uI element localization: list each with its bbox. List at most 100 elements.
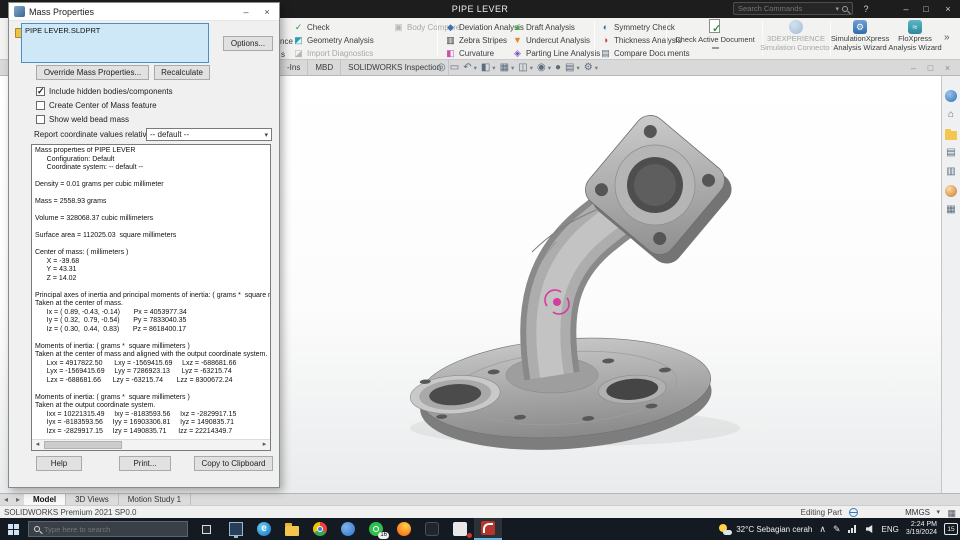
model-3d-view[interactable] [280, 76, 940, 493]
edit-appearance-icon[interactable]: ● [555, 61, 561, 75]
show-hidden-icons-chevron[interactable]: ∧ [819, 523, 826, 535]
show-weld-bead-mass-checkbox[interactable]: ✓ [36, 115, 45, 124]
ribbon-item-symmetry-check[interactable]: ◐ Symmetry Check [600, 22, 675, 33]
help-icon[interactable]: ? [860, 4, 872, 14]
taskbar-app-file-explorer[interactable] [278, 518, 306, 540]
help-button[interactable]: Help [36, 456, 82, 471]
ribbon-item-floxpress-wizard[interactable]: ≈ FloXpress Analysis Wizard [888, 19, 942, 59]
clock[interactable]: 2:24 PM 3/19/2024 [906, 521, 937, 537]
ribbon-item-check-active-document[interactable]: ✓ Check Active Document [670, 19, 760, 59]
weather-widget[interactable]: 32°C Sebagian cerah [719, 523, 812, 535]
custom-properties-icon[interactable]: ▦ [945, 204, 957, 216]
scroll-right-icon[interactable]: ▸ [259, 440, 270, 450]
doc-close-icon[interactable]: × [941, 61, 954, 75]
zoom-to-fit-icon[interactable]: ◎ [437, 61, 446, 75]
chevron-down-icon[interactable]: ▾ [492, 64, 495, 72]
ribbon-item-zebra-stripes[interactable]: ▥ Zebra Stripes [445, 35, 507, 46]
coordinate-system-select[interactable]: -- default -- ▾ [146, 128, 272, 141]
chevron-down-icon[interactable]: ▾ [835, 5, 839, 13]
apply-scene-icon[interactable]: ▤ [565, 61, 574, 75]
view-orientation-icon[interactable]: ▦ [500, 61, 509, 75]
language-indicator[interactable]: ENG [882, 525, 899, 534]
zoom-area-icon[interactable]: ▭ [450, 61, 459, 75]
ribbon-item-curvature[interactable]: ◧ Curvature [445, 48, 494, 59]
taskbar-app-edge[interactable]: e [250, 518, 278, 540]
volume-icon[interactable] [865, 524, 873, 534]
selected-document-box[interactable]: PIPE LEVER.SLDPRT [21, 23, 209, 63]
design-library-icon[interactable] [945, 129, 957, 140]
taskbar-app-light[interactable] [446, 518, 474, 540]
taskbar-app-solidworks[interactable] [474, 518, 502, 540]
ribbon-item-parting-line-analysis[interactable]: ◈ Parting Line Analysis [512, 48, 600, 59]
taskbar-app-chrome[interactable] [306, 518, 334, 540]
chevron-down-icon[interactable]: ▾ [936, 508, 940, 516]
unit-system-selector[interactable]: MMGS [905, 508, 930, 517]
print-button[interactable]: Print... [119, 456, 171, 471]
ribbon-item-geometry-analysis[interactable]: ◩ Geometry Analysis [293, 35, 373, 46]
chevron-down-icon[interactable]: ▾ [548, 64, 551, 72]
horizontal-scrollbar[interactable]: ◂ ▸ [32, 439, 270, 450]
override-mass-properties-button[interactable]: Override Mass Properties... [36, 65, 149, 80]
doc-minimize-icon[interactable]: – [907, 61, 920, 75]
taskbar-search-input[interactable] [44, 524, 182, 534]
search-icon[interactable] [842, 5, 848, 12]
tab-3d-views[interactable]: 3D Views [66, 494, 119, 505]
3dexperience-marketplace-icon[interactable] [945, 90, 957, 102]
tab-solidworks-inspection[interactable]: SOLIDWORKS Inspection [341, 60, 450, 75]
taskbar-app-display[interactable] [222, 518, 250, 540]
ribbon-item-simulationxpress-wizard[interactable]: ⚙ SimulationXpress Analysis Wizard [831, 19, 889, 59]
restore-button[interactable]: □ [916, 0, 936, 18]
tab-mbd[interactable]: MBD [308, 60, 342, 75]
chevron-down-icon[interactable]: ▾ [577, 64, 580, 72]
mass-properties-report[interactable]: Mass properties of PIPE LEVER Configurat… [35, 147, 270, 438]
action-center-icon[interactable]: 15 [944, 523, 958, 535]
include-hidden-bodies-checkbox[interactable]: ✓ [36, 86, 45, 96]
home-icon[interactable]: ⌂ [945, 109, 957, 121]
tab-model[interactable]: Model [24, 494, 67, 505]
ribbon-overflow-chevron[interactable]: » [944, 32, 950, 43]
options-button[interactable]: Options... [223, 36, 273, 51]
view-palette-icon[interactable]: ▥ [945, 166, 957, 178]
mass-properties-report-box[interactable]: Mass properties of PIPE LEVER Configurat… [31, 144, 271, 451]
chevron-down-icon[interactable]: ▾ [530, 64, 533, 72]
ribbon-item-undercut-analysis[interactable]: ▼ Undercut Analysis [512, 35, 590, 46]
taskbar-app-firefox[interactable] [390, 518, 418, 540]
copy-to-clipboard-button[interactable]: Copy to Clipboard [194, 456, 273, 471]
command-search-box[interactable]: ▾ [733, 2, 853, 15]
chevron-down-icon[interactable]: ▾ [474, 64, 477, 72]
taskbar-app-blue[interactable] [334, 518, 362, 540]
file-explorer-icon[interactable]: ▤ [945, 147, 957, 159]
task-view-button[interactable] [196, 522, 216, 536]
scrollbar-thumb[interactable] [44, 441, 122, 449]
section-view-icon[interactable]: ◧ [481, 61, 490, 75]
dialog-close-icon[interactable]: × [260, 6, 274, 18]
ribbon-item-draft-analysis[interactable]: ▲ Draft Analysis [512, 22, 575, 33]
network-icon[interactable] [847, 525, 859, 533]
hide-show-items-icon[interactable]: ◉ [537, 61, 546, 75]
view-settings-icon[interactable]: ⚙ [584, 61, 593, 75]
start-button[interactable] [0, 518, 26, 540]
chevron-down-icon[interactable]: ▾ [511, 64, 514, 72]
recalculate-button[interactable]: Recalculate [154, 65, 210, 80]
search-input[interactable] [738, 4, 833, 13]
close-button[interactable]: × [938, 0, 958, 18]
ribbon-item-check[interactable]: ✓ Check [293, 22, 330, 33]
doc-restore-icon[interactable]: □ [924, 61, 937, 75]
tab-scroll-left-icon[interactable]: ◂ [0, 494, 12, 505]
taskbar-app-whatsapp[interactable]: 16 [362, 518, 390, 540]
create-center-of-mass-checkbox[interactable]: ✓ [36, 101, 45, 110]
minimize-button[interactable]: – [896, 0, 916, 18]
scroll-left-icon[interactable]: ◂ [32, 440, 43, 450]
dialog-minimize-icon[interactable]: – [239, 6, 253, 18]
appearances-icon[interactable] [945, 185, 957, 197]
dialog-titlebar[interactable]: Mass Properties – × [9, 3, 279, 21]
display-style-icon[interactable]: ◫ [518, 61, 527, 75]
tab-add-ins[interactable]: -Ins [280, 60, 309, 75]
taskbar-search-box[interactable] [28, 521, 188, 537]
tab-scroll-right-icon[interactable]: ▸ [12, 494, 24, 505]
tab-motion-study-1[interactable]: Motion Study 1 [119, 494, 192, 505]
previous-view-icon[interactable]: ↶ [463, 61, 471, 75]
taskbar-app-dark[interactable] [418, 518, 446, 540]
chevron-down-icon[interactable]: ▾ [595, 64, 598, 72]
pen-icon[interactable]: ✎ [833, 523, 841, 535]
